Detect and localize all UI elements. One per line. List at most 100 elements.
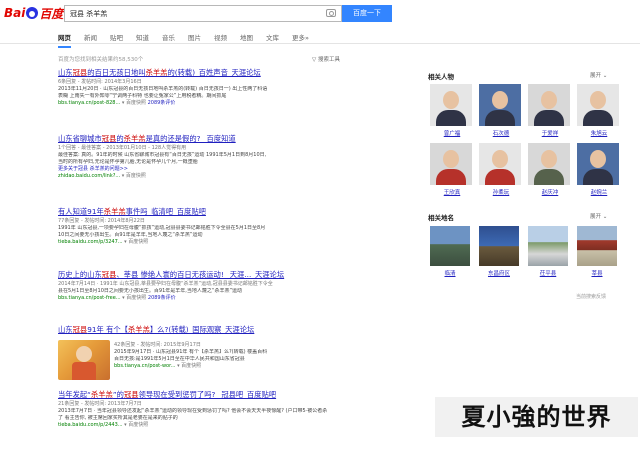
result-url[interactable]: bbs.tianya.cn/post-free...: [58, 295, 121, 301]
search-feedback-link[interactable]: 当前搜索反馈: [576, 293, 606, 300]
related-places-title: 相关地名: [428, 214, 454, 222]
result-thumbnail[interactable]: [58, 340, 110, 380]
person-name: 孙柔玩: [492, 190, 510, 196]
search-result: 有人知道91年杀羊羔事件吗_临清吧_百度贴吧 77条回复 - 发帖时间: 201…: [58, 207, 358, 246]
person-card[interactable]: 朱旭云: [577, 84, 621, 137]
search-result: 历史上的山东冠县、莘县 惨绝人寰的百日无孩运动! _天涯..._天涯论坛 201…: [58, 270, 358, 302]
more-questions-link[interactable]: 更多关于冠县 杀羊羔的问题>>: [58, 166, 358, 173]
person-card[interactable]: 赵庆冲: [528, 143, 572, 196]
person-photo: [528, 84, 570, 126]
result-meta: 21条回复 - 发帖时间: 2013年7月7日: [58, 401, 142, 407]
place-photo: [528, 226, 568, 266]
title-text: 、莘县 惨绝人寰的百日无孩运动! _天涯..._天涯论坛: [116, 270, 285, 279]
tab-wenku[interactable]: 文库: [266, 32, 279, 48]
place-photo: [430, 226, 470, 266]
snapshot-link[interactable]: 百度快照: [126, 295, 146, 301]
result-title-link[interactable]: 山东冠县的百日无孩日地叫杀羊羔的(转载)_百姓声音_天涯论坛: [58, 68, 358, 77]
search-button[interactable]: 百度一下: [342, 5, 392, 22]
search-tabs: 网页 新闻 贴吧 知道 音乐 图片 视频 地图 文库 更多»: [58, 32, 309, 48]
tab-zhidao[interactable]: 知道: [136, 32, 149, 48]
snapshot-link[interactable]: 百度快照: [126, 173, 146, 179]
result-url[interactable]: bbs.tianya.cn/post-828...: [58, 100, 120, 106]
title-keyword: 杀羊羔: [127, 325, 150, 334]
search-result: 山东省聊城市冠县的杀羊羔是真的还是假的? _百度知道 1个回答 - 最佳答案 -…: [58, 134, 358, 180]
search-tools-label: 搜索工具: [317, 57, 340, 63]
snapshot-link[interactable]: 百度快照: [126, 100, 146, 106]
title-text: 的百日无孩日地叫: [87, 68, 146, 77]
result-title-link[interactable]: 历史上的山东冠县、莘县 惨绝人寰的百日无孩运动! _天涯..._天涯论坛: [58, 270, 358, 279]
person-card[interactable]: 王欣真: [430, 143, 474, 196]
snapshot-link[interactable]: 百度快照: [181, 363, 201, 369]
result-meta: 6条回复 - 发帖时间: 2014年3月16日: [58, 79, 142, 85]
title-keyword: 杀羊羔: [90, 390, 113, 399]
result-title-link[interactable]: 山东省聊城市冠县的杀羊羔是真的还是假的? _百度知道: [58, 134, 358, 143]
result-snippet: 百日无孩:是1991年5月1日至在中华人民共和国山东省冠县: [114, 356, 245, 362]
result-title-link[interactable]: 当年发起“杀羊羔”的冠县领导现在受到惩罚了吗? _冠县吧_百度贴吧: [58, 390, 428, 399]
person-card[interactable]: 曾广福: [430, 84, 474, 137]
place-card[interactable]: 茌平县: [528, 226, 568, 277]
people-expand-button[interactable]: 展开 ⌄: [590, 71, 607, 79]
person-name: 王欣真: [443, 190, 461, 196]
tab-more[interactable]: 更多»: [292, 32, 309, 48]
person-photo: [479, 84, 521, 126]
snapshot-link[interactable]: 百度快照: [128, 239, 148, 245]
result-snippet: 2013年7月7日 · 当年冠县领导还发起“杀羊羔”运动的领导现在受到惩罚了吗?…: [58, 408, 328, 414]
result-url[interactable]: zhidao.baidu.com/link?...: [58, 173, 120, 179]
tab-music[interactable]: 音乐: [162, 32, 175, 48]
title-text: 91年 有个【: [87, 325, 128, 334]
title-keyword: 杀羊羔: [145, 68, 168, 77]
title-text: 山东: [58, 68, 73, 77]
result-snippet: 最佳答案: 真的。91年的时候 山东省聊城市冠县有“百日无孩”运动 1991年5…: [58, 152, 267, 158]
paw-icon: [26, 7, 39, 19]
title-text: 当年发起“: [58, 390, 91, 399]
snapshot-link[interactable]: 百度快照: [128, 422, 148, 428]
title-text: ”的: [112, 390, 124, 399]
search-result: 当年发起“杀羊羔”的冠县领导现在受到惩罚了吗? _冠县吧_百度贴吧 21条回复 …: [58, 390, 428, 429]
title-text: 的: [116, 134, 124, 143]
person-photo: [577, 84, 619, 126]
person-card[interactable]: 于爱祥: [528, 84, 572, 137]
tab-web[interactable]: 网页: [58, 32, 71, 48]
camera-icon[interactable]: [326, 9, 336, 17]
person-card[interactable]: 赵婉兰: [577, 143, 621, 196]
result-url[interactable]: tieba.baidu.com/p/3247...: [58, 239, 123, 245]
result-url-row: tieba.baidu.com/p/2443... ▾ 百度快照: [58, 422, 428, 429]
tab-video[interactable]: 视频: [214, 32, 227, 48]
person-name: 于爱祥: [541, 131, 559, 137]
place-card[interactable]: 东昌府区: [479, 226, 519, 277]
result-count: 百度为您找到相关结果约58,530个: [58, 57, 144, 63]
tab-news[interactable]: 新闻: [84, 32, 97, 48]
review-count[interactable]: 2089条评价: [148, 100, 176, 106]
person-name: 石次德: [492, 131, 510, 137]
place-card[interactable]: 莘县: [577, 226, 617, 277]
title-keyword: 冠县: [72, 325, 88, 334]
search-input[interactable]: [64, 5, 342, 22]
tab-tieba[interactable]: 贴吧: [110, 32, 123, 48]
tab-images[interactable]: 图片: [188, 32, 201, 48]
result-title-link[interactable]: 山东冠县91年 有个【杀羊羔】么?(转载)_国际观察_天涯论坛: [58, 325, 358, 334]
person-card[interactable]: 孙柔玩: [479, 143, 523, 196]
result-url[interactable]: bbs.tianya.cn/post-wor...: [114, 363, 175, 369]
result-snippet: 2015年9月17日 · 山东冠县91年 有个【杀羊羔】么?(转载) 楼盖百科: [114, 349, 268, 355]
search-result: 山东冠县91年 有个【杀羊羔】么?(转载)_国际观察_天涯论坛: [58, 325, 358, 334]
person-name: 赵庆冲: [541, 190, 559, 196]
title-text: 事件吗_临清吧_百度贴吧: [125, 207, 206, 216]
tab-map[interactable]: 地图: [240, 32, 253, 48]
title-text: 历史上的山东: [58, 270, 102, 279]
baidu-logo[interactable]: Bai 百度: [4, 5, 63, 21]
caret-icon: ▾: [124, 239, 127, 245]
result-url-row: tieba.baidu.com/p/3247... ▾ 百度快照: [58, 239, 358, 246]
title-keyword: 冠县: [101, 134, 117, 143]
person-photo: [430, 84, 472, 126]
place-card[interactable]: 临清: [430, 226, 470, 277]
search-tools-link[interactable]: ▽ 搜索工具: [312, 55, 340, 63]
result-url[interactable]: tieba.baidu.com/p/2443...: [58, 422, 123, 428]
review-count[interactable]: 2089条评价: [148, 295, 176, 301]
person-name: 朱旭云: [590, 131, 608, 137]
places-expand-button[interactable]: 展开 ⌄: [590, 212, 607, 220]
place-name: 茌平县: [539, 271, 557, 277]
result-title-link[interactable]: 有人知道91年杀羊羔事件吗_临清吧_百度贴吧: [58, 207, 358, 216]
result-meta: 77条回复 - 发帖时间: 2014年8月22日: [58, 218, 145, 224]
result-snippet: 了 看主告你, 被主席回家买所其是老婆在是来的贴子的: [58, 415, 178, 421]
person-card[interactable]: 石次德: [479, 84, 523, 137]
